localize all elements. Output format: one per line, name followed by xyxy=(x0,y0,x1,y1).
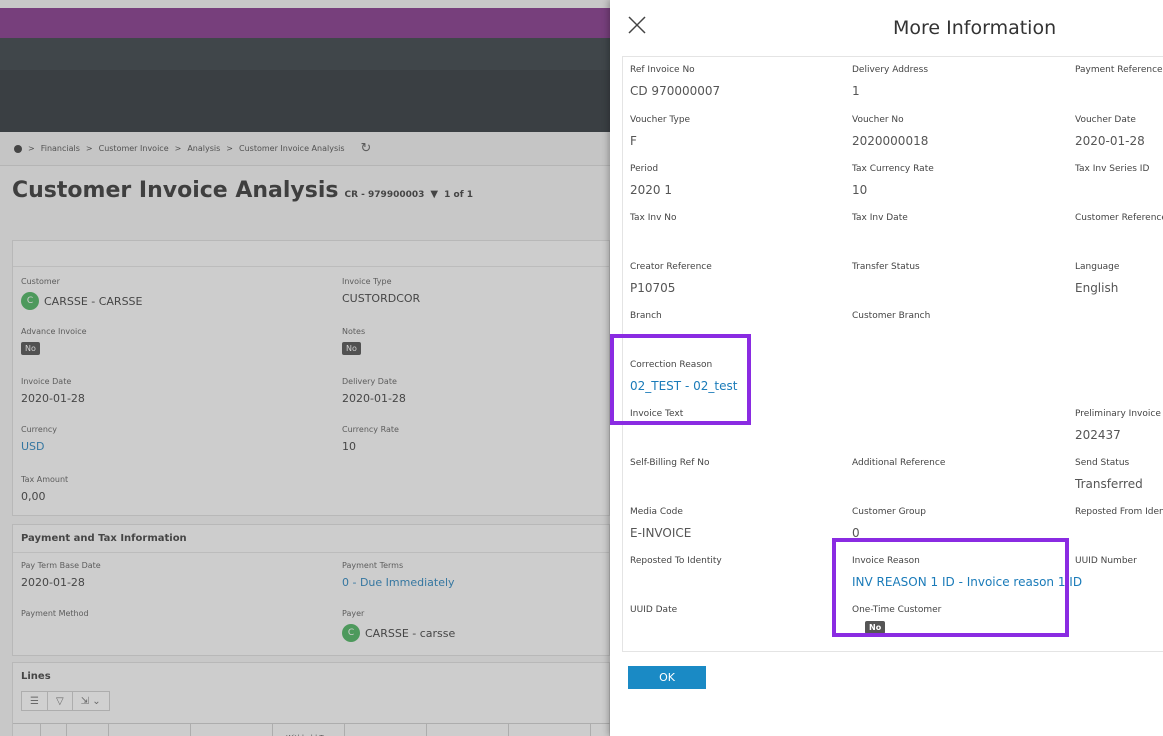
field-label: Transfer Status xyxy=(852,262,920,272)
self-billing-ref-no-field: Self-Billing Ref No xyxy=(630,458,709,477)
field-label: Invoice Text xyxy=(630,409,684,419)
creator-reference-value: P10705 xyxy=(630,281,676,295)
voucher-date-field: Voucher Date 2020-01-28 xyxy=(1075,115,1145,148)
field-label: Delivery Address xyxy=(852,65,929,75)
uuid-number-field: UUID Number xyxy=(1075,556,1137,575)
field-label: Customer Group xyxy=(852,507,926,517)
field-label: Send Status xyxy=(1075,458,1130,468)
send-status-field: Send Status Transferred xyxy=(1075,458,1143,491)
dialog-header: More Information xyxy=(610,0,1163,56)
field-label: Voucher Date xyxy=(1075,115,1136,125)
field-label: Branch xyxy=(630,311,662,321)
field-label: Tax Inv No xyxy=(630,213,677,223)
tax-currency-rate-value: 10 xyxy=(852,183,868,197)
voucher-type-field: Voucher Type F xyxy=(630,115,690,148)
screen: > Financials > Customer Invoice > Analys… xyxy=(0,0,1163,736)
modal-backdrop[interactable] xyxy=(0,0,610,736)
branch-field: Branch xyxy=(630,311,662,330)
customer-branch-field: Customer Branch xyxy=(852,311,930,330)
ref-invoice-no-value: CD 970000007 xyxy=(630,84,721,98)
media-code-value: E-INVOICE xyxy=(630,526,692,540)
field-label: Media Code xyxy=(630,507,683,517)
additional-reference-field: Additional Reference xyxy=(852,458,945,477)
field-label: Period xyxy=(630,164,659,174)
field-label: Customer Branch xyxy=(852,311,931,321)
voucher-no-field: Voucher No 2020000018 xyxy=(852,115,928,148)
field-label: Tax Inv Date xyxy=(852,213,908,223)
field-label: Reposted From Iden xyxy=(1075,507,1163,517)
period-field: Period 2020 1 xyxy=(630,164,672,197)
field-label: Creator Reference xyxy=(630,262,712,272)
preliminary-invoice-field: Preliminary Invoice N 202437 xyxy=(1075,409,1163,442)
dialog-title: More Information xyxy=(893,17,1057,39)
language-field: Language English xyxy=(1075,262,1119,295)
field-label: UUID Number xyxy=(1075,556,1137,566)
ok-button[interactable]: OK xyxy=(628,666,706,689)
invoice-reason-link[interactable]: INV REASON 1 ID - Invoice reason 1 ID xyxy=(852,575,1082,589)
dialog-content: Ref Invoice No CD 970000007 Delivery Add… xyxy=(622,56,1163,652)
field-label: Correction Reason xyxy=(630,360,713,370)
reposted-to-identity-field: Reposted To Identity xyxy=(630,556,722,575)
creator-reference-field: Creator Reference P10705 xyxy=(630,262,712,295)
preliminary-invoice-value: 202437 xyxy=(1075,428,1121,442)
field-label: Self-Billing Ref No xyxy=(630,458,710,468)
payment-reference-field: Payment Reference xyxy=(1075,65,1163,84)
field-label: Language xyxy=(1075,262,1120,272)
close-icon[interactable] xyxy=(626,14,648,36)
language-value: English xyxy=(1075,281,1119,295)
invoice-reason-field: Invoice Reason INV REASON 1 ID - Invoice… xyxy=(852,556,1082,589)
one-time-customer-field: One-Time Customer No xyxy=(852,605,941,634)
field-label: Voucher No xyxy=(852,115,904,125)
send-status-value: Transferred xyxy=(1075,477,1143,491)
field-label: Payment Reference xyxy=(1075,65,1163,75)
voucher-type-value: F xyxy=(630,134,637,148)
one-time-customer-badge: No xyxy=(865,621,886,634)
tax-currency-rate-field: Tax Currency Rate 10 xyxy=(852,164,934,197)
voucher-date-value: 2020-01-28 xyxy=(1075,134,1145,148)
invoice-text-field: Invoice Text xyxy=(630,409,683,428)
reposted-from-identity-field: Reposted From Iden xyxy=(1075,507,1163,526)
field-label: Voucher Type xyxy=(630,115,691,125)
more-information-dialog: More Information Ref Invoice No CD 97000… xyxy=(610,0,1163,736)
voucher-no-value: 2020000018 xyxy=(852,134,929,148)
background-application: > Financials > Customer Invoice > Analys… xyxy=(0,0,610,736)
delivery-address-field: Delivery Address 1 xyxy=(852,65,928,98)
field-label: Preliminary Invoice N xyxy=(1075,409,1163,419)
field-label: Invoice Reason xyxy=(852,556,920,566)
field-label: Ref Invoice No xyxy=(630,65,695,75)
field-label: Reposted To Identity xyxy=(630,556,722,566)
customer-group-value: 0 xyxy=(852,526,860,540)
field-label: Customer Reference xyxy=(1075,213,1163,223)
customer-group-field: Customer Group 0 xyxy=(852,507,926,540)
correction-reason-field: Correction Reason 02_TEST - 02_test xyxy=(630,360,737,393)
period-value: 2020 1 xyxy=(630,183,672,197)
tax-inv-date-field: Tax Inv Date xyxy=(852,213,908,232)
tax-inv-series-id-field: Tax Inv Series ID xyxy=(1075,164,1149,183)
field-label: Tax Inv Series ID xyxy=(1075,164,1150,174)
field-label: Tax Currency Rate xyxy=(852,164,934,174)
transfer-status-field: Transfer Status xyxy=(852,262,920,281)
customer-reference-field: Customer Reference xyxy=(1075,213,1163,232)
media-code-field: Media Code E-INVOICE xyxy=(630,507,691,540)
field-label: UUID Date xyxy=(630,605,678,615)
correction-reason-link[interactable]: 02_TEST - 02_test xyxy=(630,379,737,393)
tax-inv-no-field: Tax Inv No xyxy=(630,213,677,232)
delivery-address-value: 1 xyxy=(852,84,860,98)
ref-invoice-no-field: Ref Invoice No CD 970000007 xyxy=(630,65,720,98)
uuid-date-field: UUID Date xyxy=(630,605,677,624)
field-label: Additional Reference xyxy=(852,458,946,468)
field-label: One-Time Customer xyxy=(852,605,942,615)
